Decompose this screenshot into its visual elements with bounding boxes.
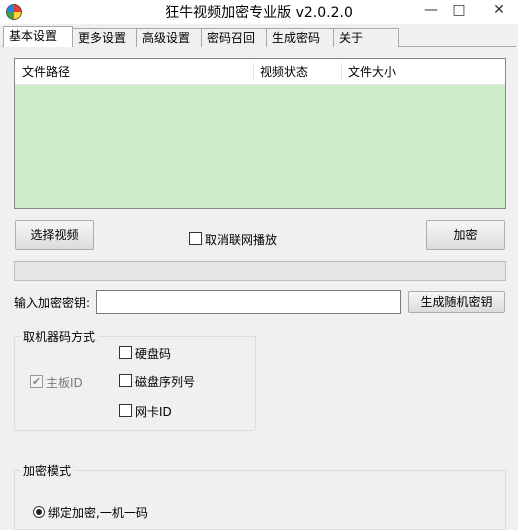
maximize-button[interactable]: □ — [442, 0, 476, 22]
close-button[interactable]: ✕ — [482, 0, 516, 22]
title-bar[interactable]: 狂牛视频加密专业版 v2.0.2.0 — □ ✕ — [0, 0, 518, 24]
tab-basic-settings[interactable]: 基本设置 — [3, 26, 73, 47]
column-file-path[interactable]: 文件路径 — [15, 59, 253, 85]
tab-about[interactable]: 关于 — [333, 28, 399, 47]
file-list-header: 文件路径 视频状态 文件大小 — [15, 59, 505, 85]
tab-advanced-settings[interactable]: 高级设置 — [136, 28, 202, 47]
hard-disk-code-label: 硬盘码 — [135, 347, 172, 361]
encrypt-progress-bar — [14, 261, 506, 281]
hard-disk-code-checkbox[interactable] — [119, 346, 132, 359]
encrypt-button[interactable]: 加密 — [426, 220, 505, 250]
tab-generate-password[interactable]: 生成密码 — [266, 28, 334, 47]
network-card-id-label: 网卡ID — [135, 405, 172, 419]
mainboard-id-checkbox: ✔ — [30, 375, 43, 388]
radio-selected-dot — [36, 509, 42, 515]
bind-encrypt-label: 绑定加密,一机一码 — [48, 506, 148, 520]
encrypt-mode-group-title: 加密模式 — [20, 462, 75, 479]
cancel-network-play-checkbox[interactable] — [189, 232, 202, 245]
file-list[interactable]: 文件路径 视频状态 文件大小 — [14, 58, 506, 209]
network-card-id-checkbox[interactable] — [119, 404, 132, 417]
disk-serial-checkbox[interactable] — [119, 374, 132, 387]
encrypt-mode-group — [14, 470, 506, 530]
tab-more-settings[interactable]: 更多设置 — [72, 28, 137, 47]
cancel-network-play-label: 取消联网播放 — [205, 233, 278, 247]
column-video-status[interactable]: 视频状态 — [253, 59, 341, 85]
generate-random-key-button[interactable]: 生成随机密钥 — [408, 291, 505, 313]
mainboard-id-label: 主板ID — [46, 376, 83, 390]
encryption-key-input[interactable] — [96, 290, 401, 314]
key-label: 输入加密密钥: — [14, 296, 91, 310]
tab-password-recall[interactable]: 密码召回 — [201, 28, 267, 47]
select-video-button[interactable]: 选择视频 — [15, 220, 94, 250]
machine-code-group-title: 取机器码方式 — [20, 328, 99, 345]
column-file-size[interactable]: 文件大小 — [341, 59, 505, 85]
bind-encrypt-radio[interactable] — [33, 506, 45, 518]
disk-serial-label: 磁盘序列号 — [135, 375, 196, 389]
